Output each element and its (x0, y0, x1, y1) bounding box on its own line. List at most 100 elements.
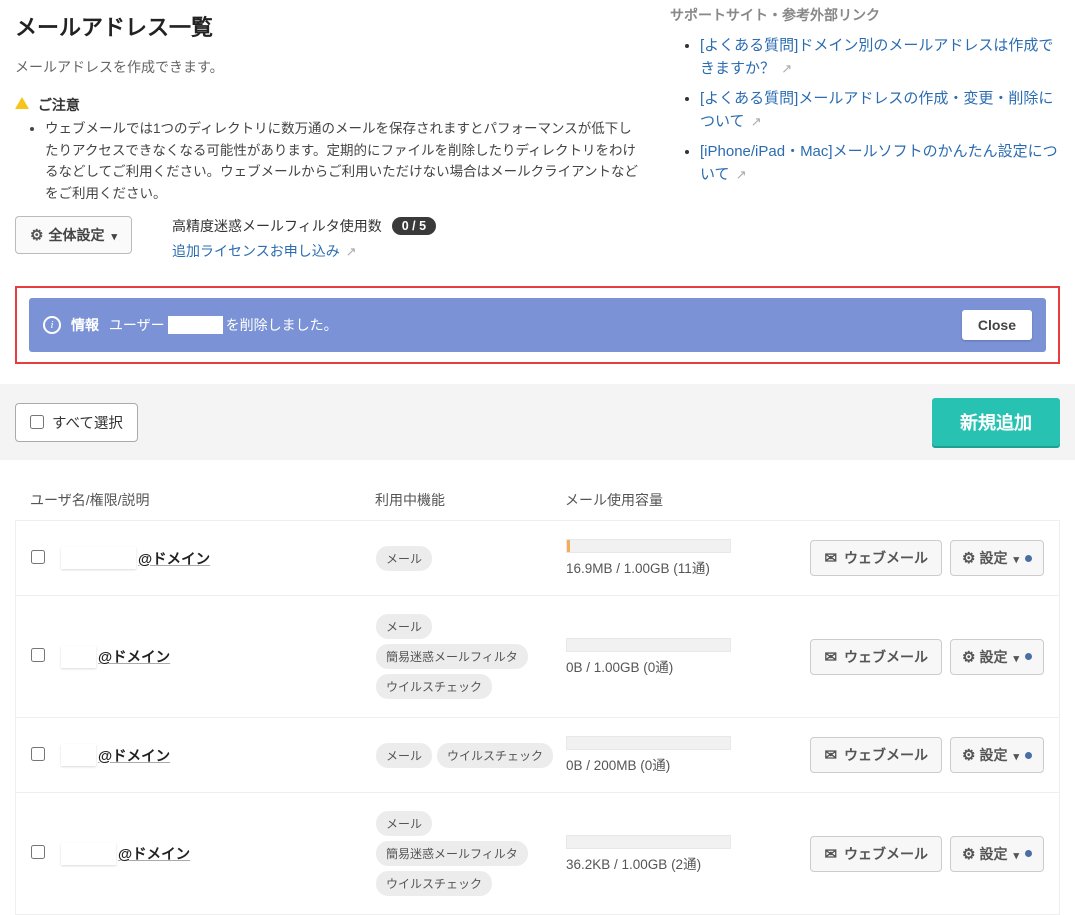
settings-button[interactable]: 設定 (950, 540, 1044, 576)
global-settings-button[interactable]: 全体設定 (15, 216, 132, 254)
webmail-button[interactable]: ウェブメール (810, 540, 942, 576)
external-link-icon: ↗ (346, 244, 357, 259)
alert-box: i 情報 ユーザー を削除しました。 Close (15, 286, 1060, 364)
row-checkbox[interactable] (31, 550, 45, 564)
usage-bar (566, 638, 731, 652)
support-link-label: [iPhone/iPad・Mac]メールソフトのかんたん設定について (700, 143, 1058, 183)
filter-count-badge: 0 / 5 (392, 217, 436, 235)
row-checkbox[interactable] (31, 747, 45, 761)
support-links-heading: サポートサイト・参考外部リンク (670, 5, 1060, 25)
mail-icon (824, 648, 837, 666)
feature-chip: ウイルスチェック (437, 743, 553, 768)
usage-fill (567, 540, 570, 552)
indicator-dot (1025, 653, 1032, 660)
chevron-down-icon (1011, 649, 1019, 665)
alert-suffix: を削除しました。 (226, 315, 338, 335)
settings-button[interactable]: 設定 (950, 639, 1044, 675)
usage-text: 36.2KB / 1.00GB (2通) (566, 853, 761, 873)
masked-username (168, 316, 223, 334)
caution-heading: ご注意 (15, 95, 640, 115)
indicator-dot (1025, 752, 1032, 759)
masked-username (61, 547, 136, 569)
settings-label: 設定 (979, 745, 1007, 765)
settings-label: 設定 (979, 647, 1007, 667)
select-all-checkbox[interactable] (30, 415, 44, 429)
global-settings-label: 全体設定 (48, 225, 104, 245)
settings-button[interactable]: 設定 (950, 836, 1044, 872)
th-func: 利用中機能 (375, 490, 565, 510)
usage-bar (566, 736, 731, 750)
gear-icon (962, 648, 975, 666)
add-license-label: 追加ライセンスお申し込み (172, 243, 340, 259)
external-link-icon: ↗ (781, 61, 792, 76)
settings-button[interactable]: 設定 (950, 737, 1044, 773)
alert-label: 情報 (71, 315, 99, 335)
webmail-label: ウェブメール (844, 548, 928, 568)
feature-chip: メール (376, 614, 432, 639)
webmail-button[interactable]: ウェブメール (810, 639, 942, 675)
gear-icon (962, 746, 975, 764)
th-user: ユーザ名/権限/説明 (30, 490, 375, 510)
indicator-dot (1025, 555, 1032, 562)
caution-text: ウェブメールでは1つのディレクトリに数万通のメールを保存されますとパフォーマンス… (45, 118, 640, 204)
table-row: @ドメイン メール簡易迷惑メールフィルタウイルスチェック 0B / 1.00GB (… (15, 596, 1060, 718)
new-add-button[interactable]: 新規追加 (932, 398, 1060, 446)
gear-icon (962, 549, 975, 567)
filter-count-label: 高精度迷惑メールフィルタ使用数 (172, 216, 382, 236)
webmail-label: ウェブメール (844, 647, 928, 667)
page-subtitle: メールアドレスを作成できます。 (15, 57, 640, 77)
close-button[interactable]: Close (962, 310, 1032, 340)
user-domain[interactable]: @ドメイン (98, 745, 170, 766)
feature-chip: メール (376, 811, 432, 836)
webmail-label: ウェブメール (844, 745, 928, 765)
chevron-down-icon (1011, 747, 1019, 763)
row-checkbox[interactable] (31, 648, 45, 662)
table-row: @ドメイン メール 16.9MB / 1.00GB (11通) ウェブメール 設定 (15, 520, 1060, 596)
support-link-2[interactable]: [よくある質問]メールアドレスの作成・変更・削除について ↗ (700, 90, 1053, 130)
caution-label: ご注意 (38, 97, 80, 113)
indicator-dot (1025, 850, 1032, 857)
th-usage: メール使用容量 (565, 490, 1045, 510)
chevron-down-icon (109, 227, 117, 243)
usage-bar (566, 539, 731, 553)
table-row: @ドメインメール簡易迷惑メールフィルタウイルスチェック36.2KB / 1.00… (15, 793, 1060, 915)
usage-text: 16.9MB / 1.00GB (11通) (566, 557, 761, 577)
feature-chip: メール (376, 743, 432, 768)
feature-chip: ウイルスチェック (376, 871, 492, 896)
feature-chip: 簡易迷惑メールフィルタ (376, 644, 528, 669)
user-domain[interactable]: @ドメイン (138, 548, 210, 569)
page-title: メールアドレス一覧 (15, 10, 640, 42)
mail-icon (824, 746, 837, 764)
info-icon: i (43, 316, 61, 334)
usage-text: 0B / 200MB (0通) (566, 754, 761, 774)
external-link-icon: ↗ (736, 167, 747, 182)
masked-username (61, 646, 96, 668)
chevron-down-icon (1011, 846, 1019, 862)
support-link-3[interactable]: [iPhone/iPad・Mac]メールソフトのかんたん設定について ↗ (700, 143, 1058, 183)
mail-icon (824, 549, 837, 567)
masked-username (61, 843, 116, 865)
add-license-link[interactable]: 追加ライセンスお申し込み ↗ (172, 241, 436, 261)
support-link-1[interactable]: [よくある質問]ドメイン別のメールアドレスは作成できますか？ ↗ (700, 37, 1053, 77)
user-domain[interactable]: @ドメイン (118, 843, 190, 864)
webmail-label: ウェブメール (844, 844, 928, 864)
user-domain[interactable]: @ドメイン (98, 646, 170, 667)
chevron-down-icon (1011, 550, 1019, 566)
support-link-label: [よくある質問]ドメイン別のメールアドレスは作成できますか？ (700, 37, 1053, 77)
row-checkbox[interactable] (31, 845, 45, 859)
feature-chip: ウイルスチェック (376, 674, 492, 699)
webmail-button[interactable]: ウェブメール (810, 836, 942, 872)
external-link-icon: ↗ (751, 114, 762, 129)
select-all-button[interactable]: すべて選択 (15, 403, 138, 442)
webmail-button[interactable]: ウェブメール (810, 737, 942, 773)
warning-icon (15, 97, 29, 109)
feature-chip: メール (376, 546, 432, 571)
usage-bar (566, 835, 731, 849)
alert-prefix: ユーザー (109, 315, 165, 335)
masked-username (61, 744, 96, 766)
gear-icon (962, 845, 975, 863)
select-all-label: すべて選択 (52, 412, 123, 433)
settings-label: 設定 (979, 548, 1007, 568)
table-row: @ドメイン メールウイルスチェック 0B / 200MB (0通) ウェブメール 設定 (15, 718, 1060, 793)
usage-text: 0B / 1.00GB (0通) (566, 656, 761, 676)
